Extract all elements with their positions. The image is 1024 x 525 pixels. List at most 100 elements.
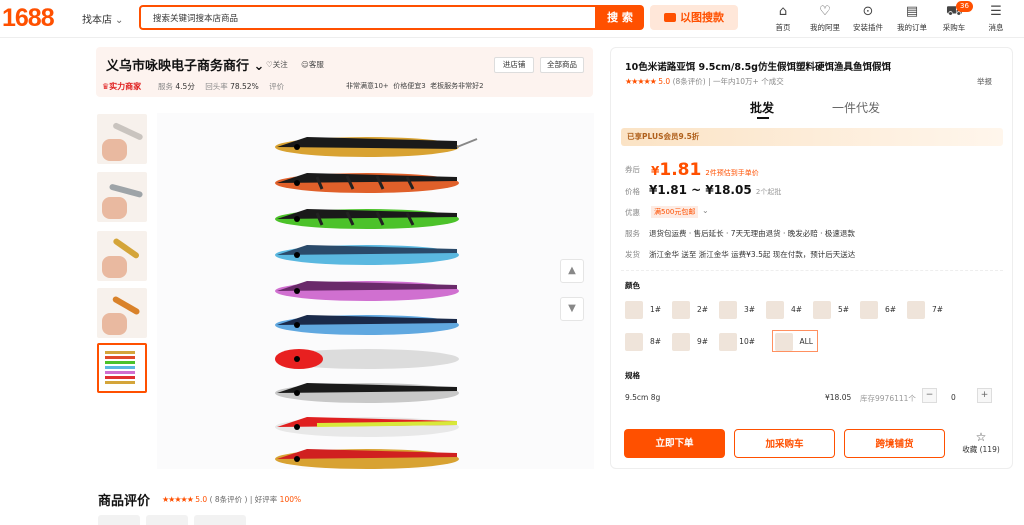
enter-shop-button[interactable]: 进店铺: [494, 57, 534, 73]
color-option-9[interactable]: 9#: [670, 331, 712, 353]
service-label: 服务: [625, 229, 640, 238]
report-link[interactable]: 举报: [977, 76, 992, 87]
discount-label: 优惠: [625, 208, 640, 217]
stat-value: 78.52%: [230, 82, 259, 91]
favorite-button[interactable]: ☆ 收藏 (119): [961, 430, 1001, 455]
nav-orders[interactable]: ▤ 我的订单: [892, 4, 932, 33]
quantity-increase-button[interactable]: +: [977, 388, 992, 403]
star-rating-icon: ★★★★★: [625, 77, 657, 86]
thumbnail[interactable]: [97, 114, 147, 164]
service-text[interactable]: 退货包运费 · 售后延长 · 7天无理由退货 · 晚发必赔 · 极速退款: [649, 228, 855, 239]
color-option-all[interactable]: ALL: [772, 330, 818, 352]
chevron-down-icon: ⌄: [115, 15, 124, 26]
all-products-button[interactable]: 全部商品: [540, 57, 584, 73]
search-button[interactable]: 搜 索: [596, 5, 644, 30]
strength-merchant-badge: ♛实力商家: [102, 81, 141, 92]
color-option-2[interactable]: 2#: [670, 299, 712, 321]
thumbnail[interactable]: [97, 288, 147, 338]
review-tab[interactable]: [194, 515, 246, 525]
color-option-4[interactable]: 4#: [764, 299, 806, 321]
nav-home-label: 首页: [775, 23, 791, 32]
coupon-price-value: 1.81: [659, 160, 702, 180]
quantity-decrease-button[interactable]: −: [922, 388, 937, 403]
color-option-label: 1#: [649, 305, 661, 314]
service-icon: ☺: [301, 60, 309, 69]
chevron-down-icon[interactable]: ⌄: [702, 206, 709, 215]
review-count[interactable]: (8条评价): [673, 77, 706, 86]
chevron-down-icon: ▼: [568, 303, 576, 314]
price-label: 价格: [625, 187, 640, 196]
cross-border-button[interactable]: 跨境铺货: [844, 429, 945, 458]
image-search-button[interactable]: 以图搜款: [650, 5, 738, 30]
color-option-10[interactable]: 10#: [717, 331, 759, 353]
product-info-panel: 10色米诺路亚饵 9.5cm/8.5g仿生假饵塑料硬饵渔具鱼饵假饵 ★★★★★ …: [610, 47, 1013, 469]
quantity-value[interactable]: 0: [951, 393, 956, 402]
swatch-thumb: [719, 301, 737, 319]
tab-dropship[interactable]: 一件代发: [832, 99, 880, 116]
stat-label: 服务: [158, 82, 173, 91]
color-option-label: 3#: [743, 305, 755, 314]
top-header: 1688 找本店 ⌄ 搜索关键词搜本店商品 搜 索 以图搜款 ⌂ 首页 ♡ 我的阿里 …: [0, 0, 1024, 38]
discount-tag[interactable]: 满500元包邮: [651, 206, 699, 218]
find-shop-dropdown[interactable]: 找本店 ⌄: [82, 11, 123, 26]
star-rating-icon: ★★★★★: [162, 495, 194, 504]
color-option-label: ALL: [799, 337, 814, 346]
price-range-value: ¥1.81 ~ ¥18.05: [649, 183, 752, 197]
nav-messages[interactable]: ☰ 消息: [976, 4, 1016, 33]
buy-now-button[interactable]: 立即下单: [624, 429, 725, 458]
nav-cart[interactable]: ⛟ 36 采购车: [934, 1, 974, 33]
divider: [621, 270, 1003, 271]
scroll-up-button[interactable]: ▲: [560, 259, 584, 283]
color-option-8[interactable]: 8#: [623, 331, 665, 353]
shop-tag: 非常满意10+: [346, 82, 389, 90]
nav-cart-label: 采购车: [942, 23, 966, 32]
swatch-thumb: [672, 301, 690, 319]
nav-my-ali[interactable]: ♡ 我的阿里: [805, 4, 845, 33]
thumbnail-selected[interactable]: [97, 343, 147, 393]
main-product-image[interactable]: [157, 113, 594, 469]
chevron-down-icon: ⌄: [253, 59, 265, 74]
color-option-1[interactable]: 1#: [623, 299, 665, 321]
scroll-down-button[interactable]: ▼: [560, 297, 584, 321]
swatch-thumb: [672, 333, 690, 351]
swatch-thumb: [907, 301, 925, 319]
shop-tag: 老板服务非常好2: [430, 82, 484, 90]
heart-icon: ♡: [266, 60, 273, 69]
swatch-thumb: [719, 333, 737, 351]
swatch-thumb: [766, 301, 784, 319]
stat-value: 4.5分: [175, 82, 195, 91]
thumbnail[interactable]: [97, 172, 147, 222]
shop-tags: 非常满意10+ 价格便宜3 老板服务非常好2: [346, 81, 484, 91]
color-option-6[interactable]: 6#: [858, 299, 900, 321]
swatch-thumb: [625, 301, 643, 319]
discount-tag-text: 满500元包邮: [654, 208, 696, 216]
ship-text[interactable]: 浙江金华 送至 浙江金华 运费¥3.5起 现在付款，预计后天送达: [649, 249, 855, 260]
tab-wholesale[interactable]: 批发: [750, 99, 774, 119]
favorite-label: 收藏 (119): [962, 445, 1000, 454]
follow-button[interactable]: ♡关注: [266, 59, 288, 70]
review-tab[interactable]: [146, 515, 188, 525]
image-search-label: 以图搜款: [680, 11, 724, 24]
coupon-note: 2件预估到手单价: [705, 169, 759, 177]
customer-service-button[interactable]: ☺客服: [301, 59, 324, 70]
nav-plugin[interactable]: ⊙ 安装插件: [848, 4, 888, 33]
color-option-3[interactable]: 3#: [717, 299, 759, 321]
good-rate-label: 好评率: [254, 495, 278, 504]
shop-name[interactable]: 义乌市咏映电子商务商行 ⌄: [106, 55, 264, 74]
min-order: 2个起批: [755, 188, 782, 196]
site-logo[interactable]: 1688: [2, 4, 55, 33]
add-cart-button[interactable]: 加采购车: [734, 429, 835, 458]
nav-my-ali-label: 我的阿里: [810, 23, 840, 32]
search-input[interactable]: 搜索关键词搜本店商品: [139, 5, 597, 30]
thumbnail[interactable]: [97, 231, 147, 281]
color-option-7[interactable]: 7#: [905, 299, 947, 321]
shop-tag: 价格便宜3: [393, 82, 426, 90]
product-title: 10色米诺路亚饵 9.5cm/8.5g仿生假饵塑料硬饵渔具鱼饵假饵: [625, 62, 891, 73]
find-shop-label: 找本店: [82, 15, 112, 26]
review-tab[interactable]: [98, 515, 140, 525]
shop-bar: 义乌市咏映电子商务商行 ⌄ ♡关注 ☺客服 进店铺 全部商品 ♛实力商家 服务 …: [96, 47, 593, 97]
nav-home[interactable]: ⌂ 首页: [763, 4, 803, 33]
shop-stats: 服务 4.5分 回头率 78.52% 评价: [158, 81, 284, 92]
order-icon: ▤: [905, 4, 919, 19]
color-option-5[interactable]: 5#: [811, 299, 853, 321]
